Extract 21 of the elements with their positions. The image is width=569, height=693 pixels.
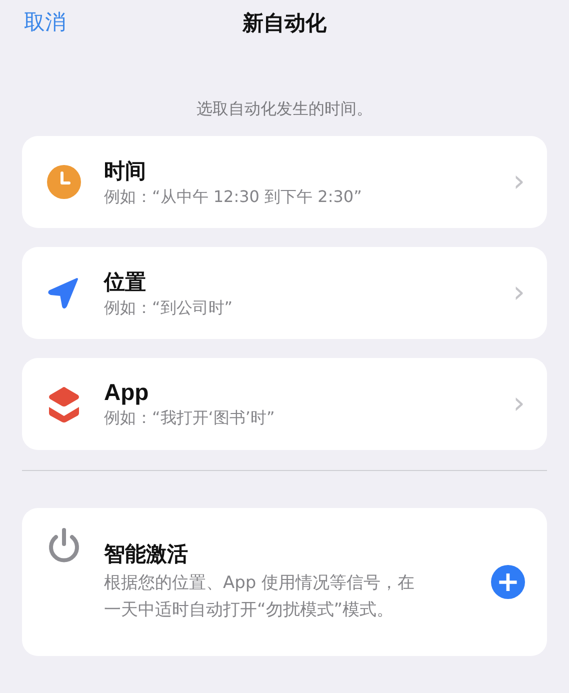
- smart-title: 智能激活: [104, 541, 189, 568]
- chevron-icon: ›: [513, 278, 525, 308]
- chevron-icon: ›: [513, 167, 525, 197]
- layers-icon: [46, 385, 82, 423]
- prompt-text: 选取自动化发生的时间。: [196, 99, 374, 120]
- add-button[interactable]: +: [491, 565, 525, 599]
- chevron-icon: ›: [513, 389, 525, 419]
- trigger-title: App: [104, 379, 150, 406]
- trigger-card[interactable]: App 例如：“我打开‘图书’时” ›: [22, 358, 547, 450]
- trigger-title: 时间: [104, 158, 147, 184]
- location-arrow-icon: [46, 276, 80, 310]
- page-title: 新自动化: [242, 10, 326, 37]
- power-icon: [46, 528, 82, 564]
- trigger-card[interactable]: 位置 例如：“到公司时” ›: [22, 247, 547, 339]
- trigger-example: 例如：“到公司时”: [104, 298, 234, 318]
- trigger-example: 例如：“我打开‘图书’时”: [104, 408, 276, 429]
- trigger-title: 位置: [104, 268, 147, 296]
- trigger-example: 例如：“从中午 12:30 到下午 2:30”: [104, 186, 363, 208]
- smart-description: 根据您的位置、App 使用情况等信号，在一天中适时自动打开“勿扰模式”模式。: [104, 572, 416, 622]
- trigger-card[interactable]: 时间 例如：“从中午 12:30 到下午 2:30” ›: [22, 136, 547, 228]
- clock-icon: [46, 164, 82, 200]
